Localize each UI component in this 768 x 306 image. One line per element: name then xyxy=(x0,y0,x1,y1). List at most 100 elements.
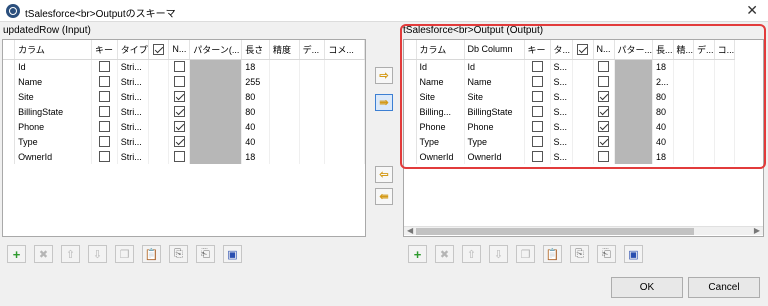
column-type[interactable]: Stri... xyxy=(117,74,149,89)
remove-button[interactable]: ✖ xyxy=(34,245,53,263)
db-column-name[interactable]: OwnerId xyxy=(464,149,525,164)
select-all-checkbox[interactable] xyxy=(153,43,165,55)
right-header-9[interactable]: 精... xyxy=(673,40,695,60)
comment-cell[interactable] xyxy=(714,149,736,164)
db-column-name[interactable]: Name xyxy=(464,74,525,89)
table-row[interactable]: Id Id S... 18 xyxy=(404,59,736,74)
right-header-0[interactable] xyxy=(404,40,417,60)
copy-all-right-button[interactable]: ⇛ xyxy=(375,94,393,111)
nullable-checkbox[interactable] xyxy=(598,136,609,148)
precision-cell[interactable] xyxy=(673,119,695,134)
key-checkbox[interactable] xyxy=(531,76,543,88)
precision-cell[interactable] xyxy=(673,149,695,164)
left-header-10[interactable]: コメ... xyxy=(324,40,365,60)
column-name[interactable]: Phone xyxy=(416,119,465,134)
comment-cell[interactable] xyxy=(714,119,736,134)
column-type[interactable]: S... xyxy=(550,119,573,134)
default-cell[interactable] xyxy=(299,74,326,89)
paste-button[interactable]: 📋 xyxy=(142,245,161,263)
left-header-4[interactable] xyxy=(148,40,170,60)
column-name[interactable]: Phone xyxy=(14,119,92,134)
column-type[interactable]: Stri... xyxy=(117,59,149,74)
left-header-2[interactable]: キー xyxy=(91,40,118,60)
table-row[interactable]: Type Type S... 40 xyxy=(404,134,736,149)
precision-cell[interactable] xyxy=(673,104,695,119)
nullable-checkbox[interactable] xyxy=(173,91,185,103)
precision-cell[interactable] xyxy=(269,74,300,89)
table-row[interactable]: Name Name S... 2... xyxy=(404,74,736,89)
left-header-6[interactable]: パターン(... xyxy=(189,40,243,60)
comment-cell[interactable] xyxy=(324,89,365,104)
move-up-button[interactable]: ⇧ xyxy=(462,245,481,263)
copy-all-left-button[interactable]: ⇚ xyxy=(375,188,393,205)
length-cell[interactable]: 255 xyxy=(241,74,270,89)
key-checkbox[interactable] xyxy=(531,91,543,103)
right-header-5[interactable] xyxy=(572,40,594,60)
right-header-1[interactable]: カラム xyxy=(416,40,465,60)
nullable-checkbox[interactable] xyxy=(598,76,609,88)
nullable-checkbox[interactable] xyxy=(598,121,609,133)
column-name[interactable]: Id xyxy=(416,59,465,74)
precision-cell[interactable] xyxy=(269,59,300,74)
comment-cell[interactable] xyxy=(324,74,365,89)
table-row[interactable]: Phone Stri... 40 xyxy=(3,119,365,134)
length-cell[interactable]: 40 xyxy=(652,134,674,149)
comment-cell[interactable] xyxy=(714,104,736,119)
default-cell[interactable] xyxy=(299,59,326,74)
column-name[interactable]: Billing... xyxy=(416,104,465,119)
column-name[interactable]: Type xyxy=(14,134,92,149)
key-checkbox[interactable] xyxy=(98,61,110,73)
length-cell[interactable]: 80 xyxy=(652,104,674,119)
column-type[interactable]: Stri... xyxy=(117,149,149,164)
save-button[interactable]: ▣ xyxy=(624,245,643,263)
default-cell[interactable] xyxy=(299,89,326,104)
move-down-button[interactable]: ⇩ xyxy=(489,245,508,263)
default-cell[interactable] xyxy=(693,149,715,164)
db-column-name[interactable]: BillingState xyxy=(464,104,525,119)
column-name[interactable]: Site xyxy=(14,89,92,104)
column-type[interactable]: S... xyxy=(550,104,573,119)
right-header-4[interactable]: タ... xyxy=(550,40,573,60)
default-cell[interactable] xyxy=(693,59,715,74)
nullable-checkbox[interactable] xyxy=(173,121,185,133)
column-name[interactable]: Type xyxy=(416,134,465,149)
copy-button[interactable]: ❐ xyxy=(516,245,535,263)
precision-cell[interactable] xyxy=(673,89,695,104)
nullable-checkbox[interactable] xyxy=(173,61,185,73)
left-header-5[interactable]: N... xyxy=(168,40,191,60)
select-all-checkbox[interactable] xyxy=(577,43,588,55)
comment-cell[interactable] xyxy=(714,74,736,89)
nullable-checkbox[interactable] xyxy=(598,106,609,118)
key-checkbox[interactable] xyxy=(98,151,110,163)
column-type[interactable]: Stri... xyxy=(117,134,149,149)
column-type[interactable]: S... xyxy=(550,134,573,149)
cancel-button[interactable]: Cancel xyxy=(688,277,760,298)
table-row[interactable]: Billing... BillingState S... 80 xyxy=(404,104,736,119)
length-cell[interactable]: 18 xyxy=(241,59,270,74)
copy-selected-left-button[interactable]: ⇦ xyxy=(375,166,393,183)
comment-cell[interactable] xyxy=(324,134,365,149)
right-header-8[interactable]: 長... xyxy=(652,40,674,60)
right-header-6[interactable]: N... xyxy=(593,40,615,60)
table-row[interactable]: BillingState Stri... 80 xyxy=(3,104,365,119)
comment-cell[interactable] xyxy=(714,89,736,104)
nullable-checkbox[interactable] xyxy=(598,61,609,73)
db-column-name[interactable]: Type xyxy=(464,134,525,149)
column-type[interactable]: Stri... xyxy=(117,89,149,104)
nullable-checkbox[interactable] xyxy=(598,91,609,103)
left-header-9[interactable]: デ... xyxy=(299,40,326,60)
key-checkbox[interactable] xyxy=(98,121,110,133)
right-header-11[interactable]: コ... xyxy=(714,40,736,60)
right-header-2[interactable]: Db Column xyxy=(464,40,525,60)
db-column-name[interactable]: Site xyxy=(464,89,525,104)
column-name[interactable]: OwnerId xyxy=(416,149,465,164)
right-header-7[interactable]: パター... xyxy=(614,40,654,60)
column-type[interactable]: S... xyxy=(550,59,573,74)
left-header-0[interactable] xyxy=(3,40,16,60)
nullable-checkbox[interactable] xyxy=(173,136,185,148)
remove-button[interactable]: ✖ xyxy=(435,245,454,263)
move-up-button[interactable]: ⇧ xyxy=(61,245,80,263)
table-row[interactable]: OwnerId Stri... 18 xyxy=(3,149,365,164)
scrollbar-thumb[interactable] xyxy=(416,228,694,235)
nullable-checkbox[interactable] xyxy=(173,76,185,88)
